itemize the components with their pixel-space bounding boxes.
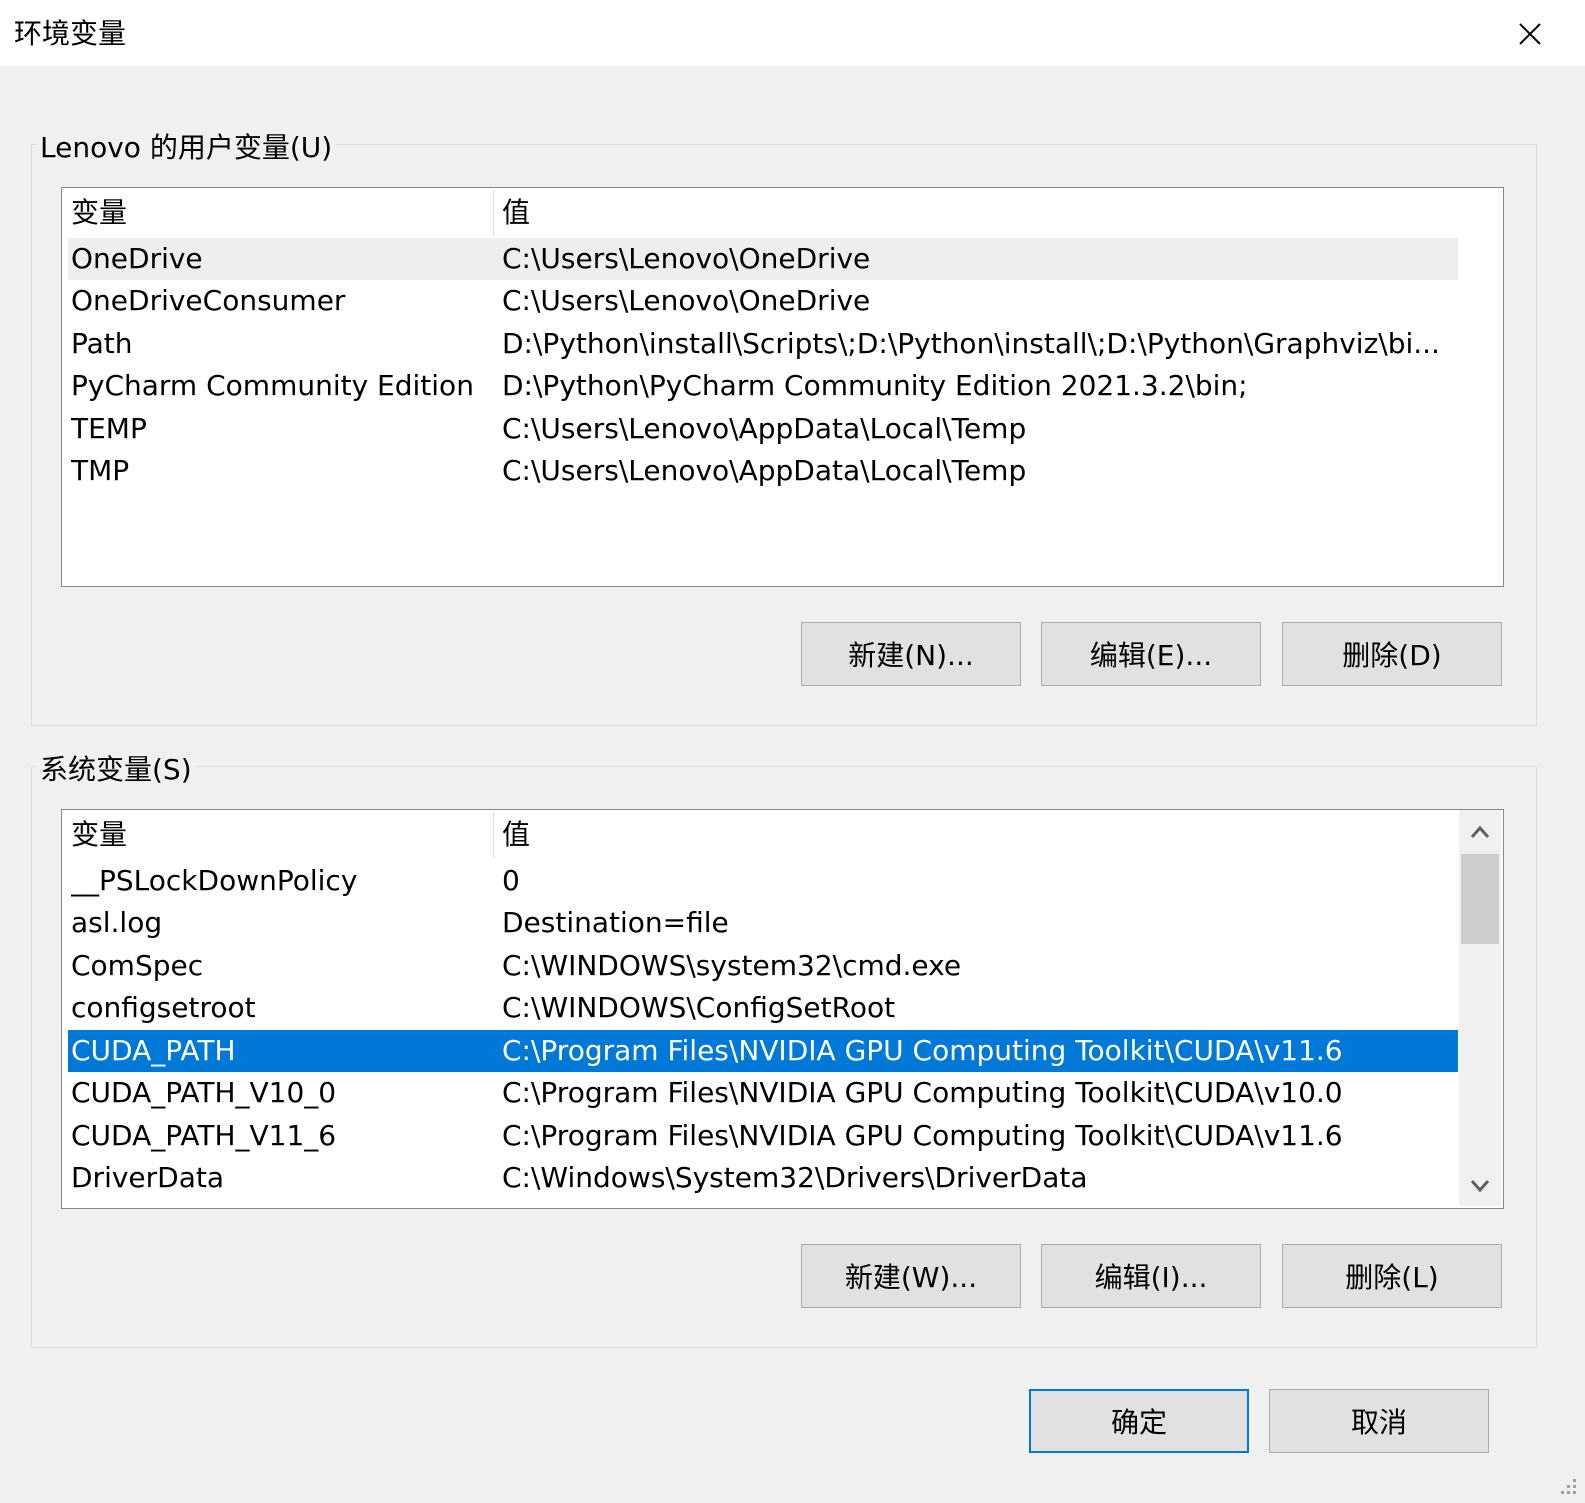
system-edit-button[interactable]: 编辑(I)... [1041,1244,1261,1308]
close-button[interactable] [1510,14,1550,54]
column-separator[interactable] [493,190,494,236]
user-list-header: 变量 值 [68,188,1458,238]
table-row[interactable]: TMP C:\Users\Lenovo\AppData\Local\Temp [68,450,1458,492]
table-row-selected[interactable]: CUDA_PATH C:\Program Files\NVIDIA GPU Co… [68,1030,1458,1072]
variable-name: OneDrive [71,242,203,275]
variable-name: ComSpec [71,949,204,982]
scroll-up-button[interactable] [1459,812,1501,852]
table-row[interactable]: configsetroot C:\WINDOWS\ConfigSetRoot [68,987,1458,1029]
column-header-variable[interactable]: 变量 [71,188,491,238]
table-row[interactable]: OneDrive C:\Users\Lenovo\OneDrive [68,238,1458,280]
scroll-thumb[interactable] [1461,854,1499,944]
column-header-value[interactable]: 值 [502,188,1457,238]
system-list-scrollbar[interactable] [1459,810,1501,1206]
table-row[interactable]: ComSpec C:\WINDOWS\system32\cmd.exe [68,945,1458,987]
variable-value: C:\Users\Lenovo\OneDrive [502,284,871,317]
variable-name: CUDA_PATH_V11_6 [71,1119,337,1152]
system-new-button[interactable]: 新建(W)... [801,1244,1021,1308]
cancel-button[interactable]: 取消 [1269,1389,1489,1453]
variable-value: C:\Users\Lenovo\AppData\Local\Temp [502,412,1027,445]
variable-value: C:\Users\Lenovo\AppData\Local\Temp [502,454,1027,487]
table-row[interactable]: Path D:\Python\install\Scripts\;D:\Pytho… [68,323,1458,365]
variable-name: PyCharm Community Edition [71,369,474,402]
window-title: 环境变量 [14,17,127,50]
variable-name: DriverData [71,1161,225,1194]
table-row[interactable]: PyCharm Community Edition D:\Python\PyCh… [68,365,1458,407]
variable-name: CUDA_PATH [71,1034,236,1067]
system-variables-label: 系统变量(S) [36,748,196,788]
column-separator[interactable] [493,812,494,858]
resize-grip-icon[interactable] [1557,1475,1579,1497]
variable-value: C:\Program Files\NVIDIA GPU Computing To… [502,1119,1343,1152]
variable-value: C:\Program Files\NVIDIA GPU Computing To… [502,1076,1343,1109]
system-variables-list[interactable]: 变量 值 __PSLockDownPolicy 0 asl.log Destin… [61,809,1504,1209]
variable-name: configsetroot [71,991,256,1024]
chevron-up-icon [1470,825,1490,838]
user-variables-list[interactable]: 变量 值 OneDrive C:\Users\Lenovo\OneDrive O… [61,187,1504,587]
variable-value: C:\WINDOWS\ConfigSetRoot [502,991,896,1024]
close-icon [1519,23,1541,45]
column-header-variable[interactable]: 变量 [71,810,491,860]
variable-value: C:\Users\Lenovo\OneDrive [502,242,871,275]
variable-value: D:\Python\PyCharm Community Edition 2021… [502,369,1248,402]
variable-name: TMP [71,454,130,487]
chevron-down-icon [1470,1180,1490,1193]
variable-value: 0 [502,864,520,897]
table-row[interactable]: TEMP C:\Users\Lenovo\AppData\Local\Temp [68,408,1458,450]
variable-value: C:\WINDOWS\system32\cmd.exe [502,949,962,982]
variable-name: TEMP [71,412,147,445]
table-row[interactable]: CUDA_PATH_V10_0 C:\Program Files\NVIDIA … [68,1072,1458,1114]
variable-value: Destination=file [502,906,729,939]
table-row[interactable]: CUDA_PATH_V11_6 C:\Program Files\NVIDIA … [68,1115,1458,1157]
variable-name: Path [71,327,133,360]
system-delete-button[interactable]: 删除(L) [1282,1244,1502,1308]
variable-value: D:\Python\install\Scripts\;D:\Python\ins… [502,327,1440,360]
table-row[interactable]: __PSLockDownPolicy 0 [68,860,1458,902]
user-new-button[interactable]: 新建(N)... [801,622,1021,686]
table-row[interactable]: asl.log Destination=file [68,902,1458,944]
column-header-value[interactable]: 值 [502,810,1457,860]
variable-value: C:\Windows\System32\Drivers\DriverData [502,1161,1088,1194]
variable-name: CUDA_PATH_V10_0 [71,1076,337,1109]
user-edit-button[interactable]: 编辑(E)... [1041,622,1261,686]
title-bar: 环境变量 [0,0,1585,66]
user-variables-label: Lenovo 的用户变量(U) [36,126,337,166]
variable-name: OneDriveConsumer [71,284,346,317]
system-list-header: 变量 值 [68,810,1458,860]
user-delete-button[interactable]: 删除(D) [1282,622,1502,686]
variable-name: __PSLockDownPolicy [71,864,358,897]
scroll-down-button[interactable] [1459,1166,1501,1206]
variable-value: C:\Program Files\NVIDIA GPU Computing To… [502,1034,1343,1067]
ok-button[interactable]: 确定 [1029,1389,1249,1453]
variable-name: asl.log [71,906,163,939]
table-row[interactable]: OneDriveConsumer C:\Users\Lenovo\OneDriv… [68,280,1458,322]
table-row[interactable]: DriverData C:\Windows\System32\Drivers\D… [68,1157,1458,1199]
